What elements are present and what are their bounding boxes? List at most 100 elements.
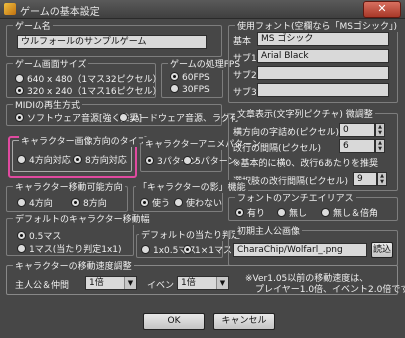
shadow-group: 「キャラクターの影」機能 使う 使わない <box>133 180 248 212</box>
antialias-off-double-label: 無し＆倍角 <box>333 209 379 219</box>
char-dir-label: キャラクター画像方向のタイプ <box>19 134 149 147</box>
fps-30-radio[interactable]: 30FPS <box>170 84 210 95</box>
hit-full-label: 1×1マス <box>195 246 232 256</box>
radio-dot <box>183 156 192 165</box>
char-spacing-spinner[interactable]: ▲ ▼ <box>375 123 385 137</box>
choice-spacing-spinner[interactable]: ▲ ▼ <box>377 172 387 186</box>
radio-dot-selected <box>15 113 24 122</box>
radio-dot <box>141 245 150 254</box>
char-dir-4-radio[interactable]: 4方向対応 <box>17 153 71 166</box>
font-sub2-input[interactable] <box>257 66 389 80</box>
font-base-label: 基本 <box>233 37 252 47</box>
move-full-radio[interactable]: 1マス(当たり判定1x1) <box>17 242 122 255</box>
shadow-off-radio[interactable]: 使わない <box>174 196 222 209</box>
char-dir-group: キャラクター画像方向のタイプ 4方向対応 8方向対応 <box>12 134 149 172</box>
radio-dot-selected <box>140 198 149 207</box>
move-dir-8-label: 8方向 <box>83 199 107 209</box>
antialias-group: フォントのアンチエイリアス 有り 無し 無し＆倍角 <box>228 191 398 221</box>
move-dir-label: キャラクター移動可能方向 <box>13 180 125 193</box>
cancel-button[interactable]: キャンセル <box>213 313 275 330</box>
move-half-label: 0.5マス <box>29 232 62 242</box>
radio-dot <box>321 208 330 217</box>
font-sub1-input[interactable]: Arial Black <box>257 49 389 63</box>
screen-size-group: ゲーム画面サイズ 640 x 480（1マス32ピクセル） 320 x 240（… <box>6 57 162 98</box>
radio-dot-selected <box>170 72 179 81</box>
settings-window: ゲームの基本設定 ✕ ゲーム名 ウルフォールのサンプルゲーム ゲーム画面サイズ … <box>0 0 405 338</box>
char-spacing-label: 横方向の字詰め(ピクセル) <box>233 128 340 138</box>
antialias-off-double-radio[interactable]: 無し＆倍角 <box>321 206 378 219</box>
choice-spacing-input[interactable]: 9 <box>353 172 377 186</box>
speed-group: キャラクターの移動速度調整 主人公＆仲間 1倍 ▼ イベント 1倍 ▼ ※Ver1.… <box>6 259 405 295</box>
default-hit-group: デフォルトの当たり判定 1x0.5マス 1×1マス <box>136 228 243 258</box>
speed-label: キャラクターの移動速度調整 <box>13 259 134 272</box>
font-sub2-label: サブ2 <box>233 71 257 81</box>
party-speed-select[interactable]: 1倍 ▼ <box>85 276 137 290</box>
ok-button[interactable]: OK <box>143 313 205 330</box>
radio-dot <box>17 244 26 253</box>
font-sub3-input[interactable] <box>257 83 389 97</box>
radio-dot <box>174 198 183 207</box>
text-display-label: 文章表示(文字列ピクチャ) 微調整 <box>235 107 375 120</box>
char-dir-8-label: 8方向対応 <box>85 156 127 166</box>
antialias-on-label: 有り <box>247 209 266 219</box>
hero-image-input[interactable]: CharaChip/Wolfarl_.png <box>233 243 367 257</box>
radio-dot-selected <box>17 231 26 240</box>
char-spacing-input[interactable]: 0 <box>339 123 375 137</box>
radio-dot <box>277 208 286 217</box>
char-dir-4-label: 4方向対応 <box>29 156 71 166</box>
move-half-radio[interactable]: 0.5マス <box>17 229 61 242</box>
fps-group: ゲームの処理FPS 60FPS 30FPS <box>161 57 243 98</box>
midi-hardware-radio[interactable]: ハードウェア音源、ラグ有 <box>119 111 239 124</box>
shadow-on-radio[interactable]: 使う <box>140 196 170 209</box>
line-spacing-input[interactable]: 6 <box>339 139 375 153</box>
radio-dot <box>170 84 179 93</box>
move-dir-8-radio[interactable]: 8方向 <box>71 196 107 209</box>
screen-size-320-label: 320 x 240（1マス16ピクセル） <box>27 87 162 97</box>
antialias-label: フォントのアンチエイリアス <box>235 191 356 204</box>
shadow-on-label: 使う <box>152 199 171 209</box>
radio-dot-selected <box>71 198 80 207</box>
screen-size-320-radio[interactable]: 320 x 240（1マス16ピクセル） <box>15 84 162 97</box>
chevron-down-icon: ▼ <box>124 277 136 289</box>
radio-dot-selected <box>145 156 154 165</box>
chevron-down-icon: ▼ <box>216 277 228 289</box>
move-dir-4-radio[interactable]: 4方向 <box>17 196 53 209</box>
game-name-group: ゲーム名 ウルフォールのサンプルゲーム <box>6 19 222 57</box>
hero-image-group: 初期主人公画像 CharaChip/Wolfarl_.png 読込 <box>228 224 398 266</box>
text-display-note: ※基本的に横0、改行6あたりを推奨 <box>233 159 378 169</box>
title-bar: ゲームの基本設定 ✕ <box>0 0 405 19</box>
fps-60-radio[interactable]: 60FPS <box>170 72 210 83</box>
font-group-label: 使用フォント(空欄なら「MSゴシック」) <box>235 19 400 32</box>
antialias-off-radio[interactable]: 無し <box>277 206 307 219</box>
radio-dot <box>17 155 26 164</box>
default-hit-label: デフォルトの当たり判定 <box>139 228 243 241</box>
radio-dot <box>17 198 26 207</box>
hero-image-label: 初期主人公画像 <box>235 224 303 237</box>
font-sub1-label: サブ1 <box>233 54 257 64</box>
line-spacing-label: 改行の間隔(ピクセル) <box>233 144 322 154</box>
antialias-off-label: 無し <box>289 209 308 219</box>
window-title: ゲームの基本設定 <box>20 7 100 18</box>
game-name-input[interactable]: ウルフォールのサンプルゲーム <box>17 35 207 49</box>
text-display-group: 文章表示(文字列ピクチャ) 微調整 横方向の字詰め(ピクセル) 0 ▲ ▼ 改行の… <box>228 107 398 191</box>
antialias-on-radio[interactable]: 有り <box>235 206 265 219</box>
close-button[interactable]: ✕ <box>363 1 401 18</box>
radio-dot-selected <box>73 155 82 164</box>
char-dir-8-radio[interactable]: 8方向対応 <box>73 153 127 166</box>
line-spacing-spinner[interactable]: ▲ ▼ <box>375 139 385 153</box>
game-name-label: ゲーム名 <box>13 19 53 32</box>
event-speed-select[interactable]: 1倍 ▼ <box>177 276 229 290</box>
font-sub3-label: サブ3 <box>233 88 257 98</box>
font-base-input[interactable]: MS ゴシック <box>257 32 389 46</box>
default-move-group: デフォルトのキャラクター移動幅 0.5マス 1マス(当たり判定1x1) <box>6 212 152 256</box>
fps-30-label: 30FPS <box>182 85 210 95</box>
fps-60-label: 60FPS <box>182 73 210 83</box>
load-button[interactable]: 読込 <box>371 242 393 258</box>
hit-full-radio[interactable]: 1×1マス <box>183 243 232 256</box>
speed-note-2: プレイヤー1.0倍、イベント2.0倍です <box>255 285 405 295</box>
char-anim-group: キャラクターアニメパターン 3パターン 5パターン <box>140 137 263 172</box>
choice-spacing-label: 選択肢の改行間隔(ピクセル) <box>233 177 349 187</box>
party-speed-value: 1倍 <box>89 278 104 288</box>
default-move-label: デフォルトのキャラクター移動幅 <box>13 212 152 225</box>
font-group: 使用フォント(空欄なら「MSゴシック」) 基本 MS ゴシック サブ1 Aria… <box>228 19 400 103</box>
